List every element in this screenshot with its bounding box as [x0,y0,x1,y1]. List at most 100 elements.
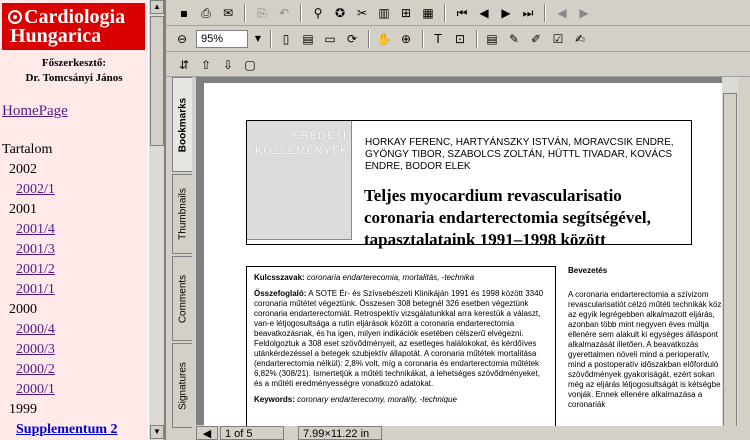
toc-issue-link[interactable]: 2000/3 [2,340,148,360]
page-size-indicator: 7.99×11.22 in [298,426,382,440]
tab-label: Thumbnails [177,188,188,240]
toc-supplement-link[interactable]: Supplementum 2 [2,420,148,440]
toc-issue-link[interactable]: 2001/4 [2,220,148,240]
introduction-column: Bevezetés A coronaria endarterectomia a … [568,266,728,410]
page-replace-icon[interactable]: ⇩ [218,56,238,74]
pencil-tool-icon[interactable]: ✎ [504,30,524,48]
page-extract-icon[interactable]: ⇧ [196,56,216,74]
document-area[interactable]: EREDETI KÖZLEMÉNYEK HORKAY FERENC, HARTY… [196,77,738,431]
zoom-tool-icon[interactable]: ⊕ [396,30,416,48]
pdf-viewer: ▪ ⎙ ✉ ⎘ ↶ ⚲ ✪ ✂ ▥ ⊞ ▦ ⏮ ◀ ▶ ⏭ ◀ ▶ ⊖ 95% … [164,0,750,440]
toc-year: 2001 [9,202,37,217]
fit-width-icon[interactable]: ▭ [320,30,340,48]
toc-issue-link[interactable]: 2002/1 [2,180,148,200]
toolbar-separator [300,4,302,22]
navigation-pane-tabs: Bookmarks Thumbnails Comments Signatures [172,77,194,432]
pdf-page[interactable]: EREDETI KÖZLEMÉNYEK HORKAY FERENC, HARTY… [204,83,738,431]
back-icon[interactable]: ◀ [552,4,572,22]
journal-nav-frame: Cardiologia Hungarica Főszerkesztő: Dr. … [0,0,148,440]
toolbar-separator [444,4,446,22]
toc-label: Tartalom [2,142,53,157]
tab-comments[interactable]: Comments [172,256,192,341]
spell-check-icon[interactable]: ☑ [548,30,568,48]
last-page-icon[interactable]: ⏭ [518,4,538,22]
toc-issue-link[interactable]: 2001/3 [2,240,148,260]
toolbar-separator [544,4,546,22]
intro-text: A coronaria endarterectomia a szívizom r… [568,290,728,409]
prev-page-status-icon[interactable]: ◀ [196,426,218,440]
status-bar: ◀ 1 of 5 7.99×11.22 in [196,426,750,440]
scrollbar-thumb[interactable] [723,93,737,440]
copy-icon[interactable]: ⎘ [252,4,272,22]
toc-year: 2002 [9,162,37,177]
toolbar-separator [476,30,478,48]
scroll-down-arrow-icon[interactable]: ▼ [150,425,164,439]
text-select-icon[interactable]: T [428,30,448,48]
note-tool-icon[interactable]: ▤ [482,30,502,48]
fit-page-icon[interactable]: ▤ [298,30,318,48]
toolbar-view: ⊖ 95% ▼ ▯ ▤ ▭ ⟳ ✋ ⊕ T ⊡ ▤ ✎ ✐ ☑ ✍ [166,26,750,52]
summary-text: A SOTE Ér- és Szívsebészeti Klinikáján 1… [254,289,544,388]
document-scrollbar[interactable] [722,77,738,440]
toc-year: 2000 [9,302,37,317]
tab-bookmarks[interactable]: Bookmarks [172,77,192,172]
scrollbar-thumb[interactable] [150,16,164,146]
keywords-en-label: Keywords: [254,395,295,404]
toc-issue-link[interactable]: 2001/1 [2,280,148,300]
find-icon[interactable]: ⚲ [308,4,328,22]
tab-label: Signatures [177,361,188,410]
scroll-up-arrow-icon[interactable]: ▲ [150,0,164,14]
highlight-tool-icon[interactable]: ✐ [526,30,546,48]
toc-year: 1999 [9,402,37,417]
keywords-en: coronary endarterecomy, morality, -techn… [297,395,457,404]
print-icon[interactable]: ⎙ [196,4,216,22]
tab-thumbnails[interactable]: Thumbnails [172,174,192,254]
toc-issue-link[interactable]: 2000/4 [2,320,148,340]
heart-logo-icon [8,10,22,24]
toolbar-file: ▪ ⎙ ✉ ⎘ ↶ ⚲ ✪ ✂ ▥ ⊞ ▦ ⏮ ◀ ▶ ⏭ ◀ ▶ [166,0,750,26]
page-insert-icon[interactable]: ⇵ [174,56,194,74]
toolbar-separator [244,4,246,22]
undo-icon[interactable]: ↶ [274,4,294,22]
toc-issue-link[interactable]: 2001/2 [2,260,148,280]
browser-window: Cardiologia Hungarica Főszerkesztő: Dr. … [0,0,750,440]
tab-signatures[interactable]: Signatures [172,343,192,428]
editor-label: Főszerkesztő: [41,57,107,69]
intro-heading: Bevezetés [568,266,608,275]
toolbar-separator [368,30,370,48]
toc-issue-link[interactable]: 2000/2 [2,360,148,380]
hand-tool-icon[interactable]: ✋ [374,30,394,48]
nav-frame-scrollbar[interactable]: ▲ ▼ [148,0,164,440]
paste-icon[interactable]: ▥ [374,4,394,22]
zoom-input[interactable]: 95% [196,30,248,48]
next-page-icon[interactable]: ▶ [496,4,516,22]
article-title: Teljes myocardium revascularisatio coron… [364,186,651,249]
crop-icon[interactable]: ⊞ [396,4,416,22]
graphics-select-icon[interactable]: ⊡ [450,30,470,48]
chart-icon[interactable]: ▦ [418,4,438,22]
zoom-dropdown-icon[interactable]: ▼ [248,30,268,48]
toc-issue-link[interactable]: 2000/1 [2,380,148,400]
search-icon[interactable]: ✪ [330,4,350,22]
forward-icon[interactable]: ▶ [574,4,594,22]
rotate-view-icon[interactable]: ⟳ [342,30,362,48]
email-icon[interactable]: ✉ [218,4,238,22]
zoom-out-icon[interactable]: ⊖ [172,30,192,48]
keywords-hu: coronaria endarterecomia, mortalitás, -t… [306,273,475,282]
toolbar-separator [422,30,424,48]
page-delete-icon[interactable]: ▢ [240,56,260,74]
actual-size-icon[interactable]: ▯ [276,30,296,48]
page-indicator[interactable]: 1 of 5 [220,426,284,440]
cut-icon[interactable]: ✂ [352,4,372,22]
first-page-icon[interactable]: ⏮ [452,4,472,22]
homepage-link[interactable]: HomePage [2,103,68,120]
tab-label: Bookmarks [177,97,188,152]
journal-logo[interactable]: Cardiologia Hungarica [2,3,145,50]
toolbar-pages: ⇵ ⇧ ⇩ ▢ [166,52,750,77]
sign-tool-icon[interactable]: ✍ [570,30,590,48]
save-icon[interactable]: ▪ [174,4,194,22]
table-of-contents: Tartalom 2002 2002/1 2001 2001/4 2001/3 … [2,140,148,440]
previous-page-icon[interactable]: ◀ [474,4,494,22]
tab-label: Comments [177,274,188,323]
logo-line2: Hungarica [10,25,102,47]
